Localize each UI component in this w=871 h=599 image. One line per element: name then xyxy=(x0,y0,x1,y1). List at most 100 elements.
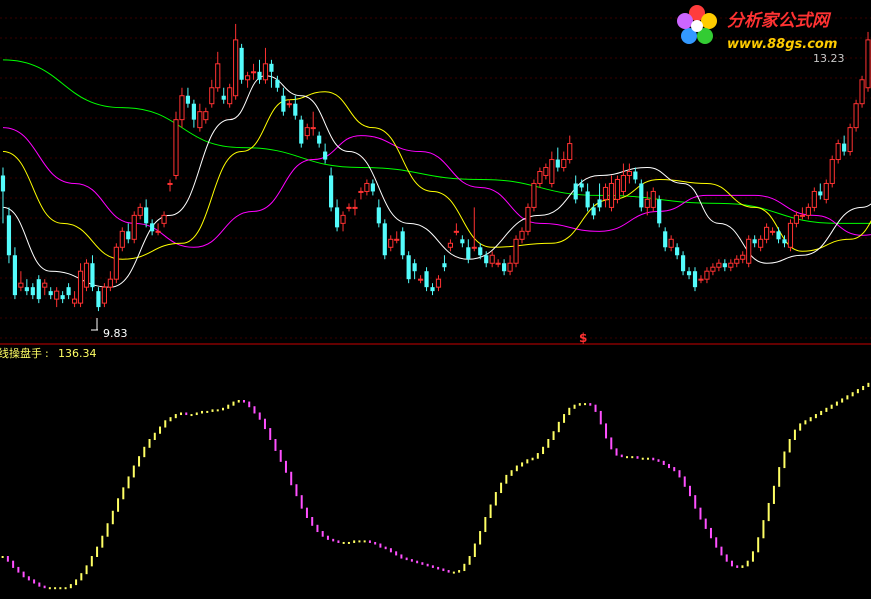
indicator-bar xyxy=(557,421,560,433)
candle-body xyxy=(161,214,167,224)
candle-body xyxy=(513,238,519,264)
indicator-bar xyxy=(778,467,781,487)
candle-body xyxy=(489,254,495,264)
candle-body xyxy=(608,182,615,208)
indicator-bar xyxy=(636,456,639,459)
indicator-bar xyxy=(290,471,293,486)
indicator-bar xyxy=(363,540,366,543)
indicator-bar xyxy=(468,556,471,565)
candle-body xyxy=(30,287,35,296)
candle-body xyxy=(185,95,191,104)
candle-body xyxy=(430,287,435,292)
indicator-bar xyxy=(101,535,104,548)
indicator-bar xyxy=(421,562,424,565)
indicator-bar xyxy=(195,412,198,416)
indicator-bar xyxy=(741,565,744,568)
candle-body xyxy=(793,214,800,224)
candle-body xyxy=(83,262,90,288)
indicator-bar xyxy=(536,453,539,459)
indicator-bar xyxy=(374,541,377,545)
svg-text::: : xyxy=(45,347,49,360)
candle-body xyxy=(191,103,196,120)
candle-body xyxy=(704,270,710,280)
candle-body xyxy=(310,127,316,130)
indicator-bar xyxy=(159,426,162,434)
indicator-bar xyxy=(437,566,440,570)
indicator-series xyxy=(1,382,870,590)
indicator-bar xyxy=(458,570,461,573)
candle-body xyxy=(417,278,424,281)
indicator-bar xyxy=(814,414,817,419)
stock-chart: 9.83 13.23 $ 线操盘手 : 136.34 分析家公式网 www.88… xyxy=(0,5,871,590)
candle-body xyxy=(478,247,483,256)
candle-body xyxy=(537,171,543,184)
candle-body xyxy=(119,230,125,248)
candle-body xyxy=(758,238,764,248)
candle-body xyxy=(519,230,525,240)
candlestick-series xyxy=(0,23,871,312)
candle-body xyxy=(144,207,149,224)
candle-body xyxy=(853,103,859,129)
indicator-bar xyxy=(736,565,739,568)
indicator-bar xyxy=(143,446,146,458)
candle-body xyxy=(639,183,644,208)
candle-body xyxy=(24,287,29,292)
indicator-bar xyxy=(452,571,455,574)
indicator-bar xyxy=(96,546,99,557)
indicator-bar xyxy=(678,470,681,478)
indicator-bar xyxy=(295,484,298,497)
indicator-bar xyxy=(33,579,36,584)
indicator-bar xyxy=(384,546,387,550)
indicator-bar xyxy=(38,582,41,587)
indicator-bar xyxy=(379,543,382,548)
candle-body xyxy=(561,159,567,169)
indicator-bar xyxy=(64,587,67,590)
indicator-bar xyxy=(652,457,655,461)
indicator-bar xyxy=(316,524,319,533)
candle-body xyxy=(686,271,692,276)
candle-body xyxy=(614,178,621,200)
indicator-label: 线操盘手 xyxy=(0,346,42,360)
candle-body xyxy=(447,242,454,248)
indicator-bar xyxy=(426,563,429,567)
signal-marker: $ xyxy=(579,331,587,345)
candle-body xyxy=(650,190,656,208)
indicator-bar xyxy=(54,587,57,590)
indicator-bar xyxy=(169,417,172,422)
indicator-bar xyxy=(148,439,151,448)
indicator-bar xyxy=(248,401,251,408)
candle-body xyxy=(847,127,853,153)
candle-body xyxy=(644,198,650,208)
candle-body xyxy=(620,174,627,192)
indicator-bar xyxy=(59,587,62,590)
candle-body xyxy=(740,254,746,260)
indicator-bar xyxy=(767,502,770,522)
indicator-bar xyxy=(106,523,109,537)
candle-body xyxy=(257,71,262,80)
candle-body xyxy=(453,230,459,233)
candle-body xyxy=(543,167,549,176)
indicator-bar xyxy=(400,554,403,559)
indicator-bar xyxy=(830,404,833,409)
candle-body xyxy=(96,291,101,308)
indicator-bar xyxy=(274,439,277,451)
candle-body xyxy=(90,263,95,288)
candle-body xyxy=(466,247,471,260)
candle-body xyxy=(317,135,322,144)
candle-body xyxy=(805,206,811,216)
candle-body xyxy=(549,159,555,184)
candle-body xyxy=(769,230,776,233)
candle-body xyxy=(221,95,226,100)
candle-body xyxy=(275,79,280,88)
indicator-bar xyxy=(12,560,15,568)
indicator-bar xyxy=(709,527,712,539)
candle-body xyxy=(626,171,632,176)
indicator-bar xyxy=(825,407,828,412)
candle-body xyxy=(293,103,298,116)
candle-body xyxy=(460,239,465,244)
candle-body xyxy=(101,286,107,304)
candle-body xyxy=(299,119,304,144)
indicator-bar xyxy=(515,465,518,472)
indicator-bar xyxy=(615,448,618,456)
indicator-bar xyxy=(484,517,487,533)
